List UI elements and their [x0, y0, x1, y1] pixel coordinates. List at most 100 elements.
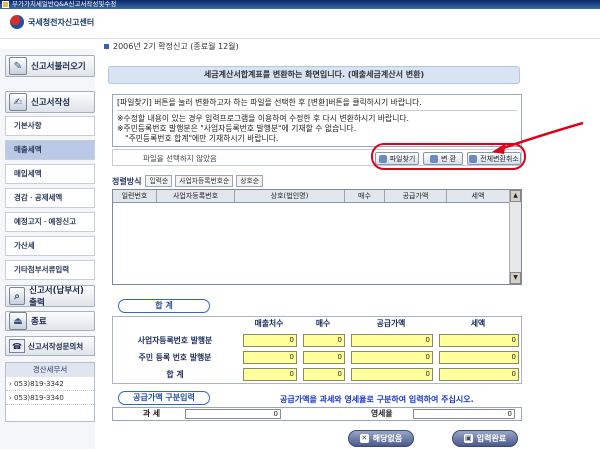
total-value-field: 0	[351, 334, 433, 347]
total-row-label: 주민 등록 번호 발행분	[138, 353, 212, 362]
phone-number: 053)819-3340	[14, 394, 64, 402]
tax-office-phone: › 053)819-3340	[6, 391, 94, 405]
tax-office-phone: › 053)819-3342	[6, 377, 94, 391]
total-value-field: 0	[303, 351, 345, 364]
zero-rate-amount-field[interactable]: 0	[413, 409, 515, 419]
x-icon: ✕	[359, 434, 369, 443]
org-name: 국세청전자신고센터	[28, 17, 95, 27]
inquiry-button[interactable]: ☎ 신고서작성문의처	[5, 336, 95, 356]
total-section-title: 합 계	[118, 299, 210, 313]
instruction-line: [파일찾기] 버튼을 눌러 변환하고자 하는 파일을 선택한 후 [변환]버튼을…	[117, 98, 517, 111]
sort-by-company-name[interactable]: 상호순	[236, 175, 264, 187]
grid-scrollbar[interactable]: ▲ ▼	[509, 190, 521, 284]
annotation-arrow-icon	[492, 121, 584, 154]
sidebar-item-label: 가산세	[14, 241, 35, 250]
org-logo: 국세청전자신고센터	[10, 15, 94, 29]
total-value-field: 0	[303, 334, 345, 347]
scroll-up-icon[interactable]: ▲	[510, 190, 521, 202]
sidebar-item-attachments[interactable]: 기타첨부서류입력	[5, 260, 95, 280]
sidebar-item-preliminary[interactable]: 예정고지ㆍ예정신고	[5, 212, 95, 232]
sidebar-item-label: 예정고지ㆍ예정신고	[14, 217, 77, 226]
instruction-line: ※수정할 내용이 있는 경우 입력프로그램을 이용하여 수정한 후 다시 변환하…	[117, 114, 410, 123]
load-return-label: 신고서불러오기	[31, 62, 86, 72]
grid-header: 일련번호 사업자등록번호 상호(법인명) 매수 공급가액 세액	[113, 190, 509, 203]
breadcrumb: 2006년 2기 확정신고 (종료월 12월)	[104, 41, 239, 52]
sidebar-item-label: 경감ㆍ공제세액	[14, 193, 63, 202]
total-value-field: 0	[243, 368, 297, 381]
app-icon	[2, 1, 9, 8]
pencil-icon: ✍	[9, 93, 27, 111]
sidebar: ✎ 신고서불러오기 ✍ 신고서작성 기본사항 매출세액 매입세액 경감ㆍ공제세액…	[0, 49, 95, 449]
save-icon: ▣	[463, 434, 473, 443]
app-window: 국세청전자신고센터 ✎ 신고서불러오기 ✍ 신고서작성 기본사항 매출세액 매입…	[0, 9, 600, 450]
total-row-label: 사업자등록번호 발행분	[137, 336, 213, 345]
inquiry-label: 신고서작성문의처	[28, 341, 84, 351]
col-tax: 세액	[471, 192, 485, 200]
sidebar-item-purchase-tax[interactable]: 매입세액	[5, 164, 95, 184]
tax-office-title: 경산세무서	[6, 363, 94, 377]
header-bar: 국세청전자신고센터	[0, 9, 600, 39]
sidebar-item-label: 매입세액	[14, 169, 42, 178]
exit-label: 종료	[31, 317, 47, 327]
breadcrumb-text: 2006년 2기 확정신고 (종료월 12월)	[113, 42, 239, 51]
folder-icon: ✎	[9, 57, 27, 75]
supply-section-title: 공급가액 구분입력	[118, 391, 210, 405]
total-value-field: 0	[243, 351, 297, 364]
sidebar-item-penalty[interactable]: 가산세	[5, 236, 95, 256]
sort-by-business-number[interactable]: 사업자등록번호순	[175, 175, 234, 187]
sidebar-item-label: 기타첨부서류입력	[14, 265, 70, 274]
nts-emblem-icon	[10, 15, 24, 29]
tax-office-panel: 경산세무서 › 053)819-3342 › 053)819-3340	[5, 362, 95, 422]
not-applicable-button[interactable]: ✕ 해당없음	[348, 430, 414, 447]
input-complete-button[interactable]: ▣ 입력완료	[452, 430, 518, 447]
window-title: 부가가치세일반Q&A신고서작성및수정	[12, 0, 117, 8]
exit-icon: ⏏	[9, 312, 27, 330]
phone-icon: ☎	[9, 339, 25, 353]
main-content: 2006년 2기 확정신고 (종료월 12월) 세금계산서합계표를 변환하는 화…	[98, 39, 600, 450]
total-value-field: 0	[303, 368, 345, 381]
phone-number: 053)819-3342	[14, 380, 64, 388]
col-supply-amount: 공급가액	[385, 190, 447, 202]
col-count: 매수	[345, 190, 385, 202]
taxable-label: 과 세	[143, 409, 161, 418]
total-table: 매출처수 매수 공급가액 세액 사업자등록번호 발행분 0 0 0 0 주민 등…	[112, 316, 522, 384]
magnifier-icon: ⌕	[9, 287, 26, 305]
total-col-count: 매수	[315, 319, 331, 328]
write-return-label: 신고서작성	[31, 98, 71, 108]
print-return-label: 신고서(납부서) 출력	[29, 286, 84, 308]
col-business-number: 사업자등록번호	[157, 190, 235, 202]
taxable-amount-field[interactable]: 0	[185, 409, 281, 419]
total-col-tax: 세액	[470, 319, 486, 328]
sort-bar: 정렬방식 입력순 사업자등록번호순 상호순	[112, 174, 522, 188]
total-row-label: 합 계	[166, 370, 184, 379]
input-complete-label: 입력완료	[476, 434, 507, 443]
total-value-field: 0	[243, 334, 297, 347]
exit-button[interactable]: ⏏ 종료	[5, 311, 95, 331]
scroll-down-icon[interactable]: ▼	[510, 272, 521, 284]
sidebar-item-label: 매출세액	[14, 145, 42, 154]
sidebar-item-label: 기본사항	[14, 121, 42, 130]
total-value-field: 0	[439, 351, 519, 364]
sidebar-item-sales-tax[interactable]: 매출세액	[5, 140, 95, 160]
load-return-button[interactable]: ✎ 신고서불러오기	[5, 55, 95, 77]
bullet-icon	[104, 44, 109, 49]
write-return-button[interactable]: ✍ 신고서작성	[5, 91, 95, 113]
total-value-field: 0	[351, 368, 433, 381]
col-serial: 일련번호	[113, 190, 157, 202]
col-company: 상호(법인명)	[235, 190, 345, 202]
instruction-box: [파일찾기] 버튼을 눌러 변환하고자 하는 파일을 선택한 후 [변환]버튼을…	[112, 94, 522, 147]
sidebar-item-deduction[interactable]: 경감ㆍ공제세액	[5, 188, 95, 208]
total-value-field: 0	[439, 334, 519, 347]
zero-rate-label: 영세율	[371, 409, 393, 418]
sidebar-item-basic[interactable]: 기본사항	[5, 116, 95, 136]
total-value-field: 0	[439, 368, 519, 381]
total-value-field: 0	[351, 351, 433, 364]
print-return-button[interactable]: ⌕ 신고서(납부서) 출력	[5, 285, 95, 308]
total-col-supply: 공급가액	[376, 319, 406, 328]
total-col-customers: 매출처수	[254, 319, 284, 328]
sort-label: 정렬방식	[112, 176, 142, 186]
file-status: 파일을 선택하지 않았음	[143, 154, 217, 163]
page-banner: 세금계산서합계표를 변환하는 화면입니다. (매출세금계산서 변환)	[108, 66, 520, 84]
sort-by-input-order[interactable]: 입력순	[145, 175, 173, 187]
invoice-grid[interactable]: 일련번호 사업자등록번호 상호(법인명) 매수 공급가액 세액 ▲ ▼	[112, 189, 522, 285]
